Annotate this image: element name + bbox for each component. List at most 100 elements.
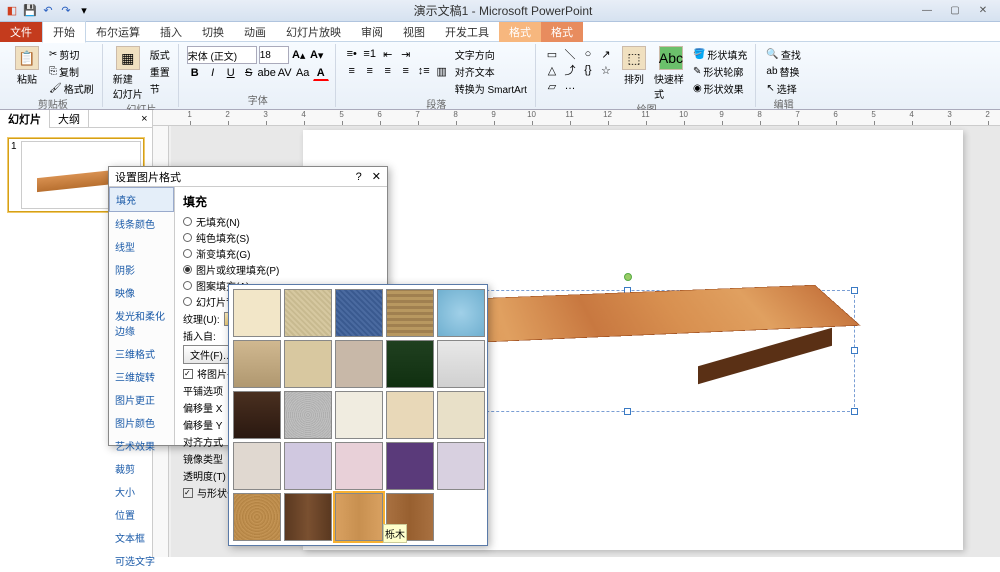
- texture-stationery[interactable]: [233, 442, 281, 490]
- paste-button[interactable]: 📋粘贴: [10, 46, 44, 86]
- tab-slides[interactable]: 幻灯片: [0, 110, 50, 128]
- shape-brace-icon[interactable]: {}: [580, 62, 596, 78]
- dlg-nav-4[interactable]: 映像: [109, 281, 174, 304]
- dlg-nav-14[interactable]: 文本框: [109, 526, 174, 549]
- increase-font-icon[interactable]: A▴: [291, 47, 307, 63]
- texture-parchment[interactable]: [437, 391, 485, 439]
- dlg-nav-8[interactable]: 图片更正: [109, 388, 174, 411]
- texture-newsprint[interactable]: [335, 391, 383, 439]
- underline-icon[interactable]: U: [223, 65, 239, 81]
- dlg-nav-13[interactable]: 位置: [109, 503, 174, 526]
- tab-file[interactable]: 文件: [0, 22, 42, 42]
- cut-button[interactable]: ✂剪切: [47, 46, 96, 62]
- texture-paper-bag[interactable]: [233, 340, 281, 388]
- radio-no-fill[interactable]: 无填充(N): [183, 214, 379, 229]
- dlg-nav-15[interactable]: 可选文字: [109, 549, 174, 572]
- texture-granite[interactable]: [284, 391, 332, 439]
- shadow-icon[interactable]: abe: [259, 65, 275, 81]
- save-icon[interactable]: 💾: [22, 3, 38, 19]
- shape-star-icon[interactable]: ☆: [598, 62, 614, 78]
- texture-recycled-paper[interactable]: [386, 391, 434, 439]
- tab-booleans[interactable]: 布尔运算: [86, 22, 150, 42]
- align-text-button[interactable]: 对齐文本: [453, 63, 529, 79]
- texture-oak[interactable]: [335, 493, 383, 541]
- dlg-nav-3[interactable]: 阴影: [109, 258, 174, 281]
- dlg-nav-12[interactable]: 大小: [109, 480, 174, 503]
- shape-fill-button[interactable]: 🪣形状填充: [691, 46, 749, 62]
- resize-handle-ne[interactable]: [851, 287, 858, 294]
- font-size-select[interactable]: [259, 46, 289, 64]
- section-button[interactable]: 节: [148, 80, 172, 96]
- minimize-button[interactable]: —: [914, 3, 940, 19]
- qat-dropdown-icon[interactable]: ▾: [76, 3, 92, 19]
- bold-icon[interactable]: B: [187, 65, 203, 81]
- align-left-icon[interactable]: ≡: [344, 63, 360, 79]
- resize-handle-e[interactable]: [851, 347, 858, 354]
- align-center-icon[interactable]: ≡: [362, 63, 378, 79]
- texture-pink-tissue[interactable]: [335, 442, 383, 490]
- shape-tri-icon[interactable]: △: [544, 62, 560, 78]
- smartart-button[interactable]: 转换为 SmartArt: [453, 80, 529, 96]
- bullets-icon[interactable]: ≡•: [344, 46, 360, 62]
- dlg-nav-5[interactable]: 发光和柔化边缘: [109, 304, 174, 342]
- reset-button[interactable]: 重置: [148, 63, 172, 79]
- undo-icon[interactable]: ↶: [40, 3, 56, 19]
- dlg-nav-6[interactable]: 三维格式: [109, 342, 174, 365]
- shape-line-icon[interactable]: ＼: [562, 46, 578, 62]
- shape-oval-icon[interactable]: ○: [580, 46, 596, 62]
- dlg-nav-10[interactable]: 艺术效果: [109, 434, 174, 457]
- tab-developer[interactable]: 开发工具: [435, 22, 499, 42]
- copy-button[interactable]: ⎘复制: [47, 63, 96, 79]
- dlg-nav-1[interactable]: 线条颜色: [109, 212, 174, 235]
- tab-slideshow[interactable]: 幻灯片放映: [276, 22, 351, 42]
- redo-icon[interactable]: ↷: [58, 3, 74, 19]
- justify-icon[interactable]: ≡: [398, 63, 414, 79]
- tab-picture-format[interactable]: 格式: [541, 22, 583, 42]
- texture-water-droplets[interactable]: [437, 289, 485, 337]
- texture-denim[interactable]: [335, 289, 383, 337]
- find-button[interactable]: 🔍查找: [764, 46, 802, 62]
- dialog-titlebar[interactable]: 设置图片格式 ? ✕: [109, 167, 387, 187]
- select-button[interactable]: ↖选择: [764, 80, 798, 96]
- shape-effects-button[interactable]: ◉形状效果: [691, 80, 749, 96]
- dlg-nav-7[interactable]: 三维旋转: [109, 365, 174, 388]
- resize-handle-se[interactable]: [851, 408, 858, 415]
- texture-woven-mat[interactable]: [386, 289, 434, 337]
- layout-button[interactable]: 版式: [148, 46, 172, 62]
- tab-drawing-format[interactable]: 格式: [499, 22, 541, 42]
- dialog-help-button[interactable]: ?: [356, 171, 362, 183]
- maximize-button[interactable]: ▢: [942, 3, 968, 19]
- quick-styles-button[interactable]: Abc快速样式: [654, 46, 688, 101]
- dialog-close-button[interactable]: ✕: [372, 170, 381, 183]
- texture-purple-mesh[interactable]: [386, 442, 434, 490]
- texture-papyrus[interactable]: [233, 289, 281, 337]
- tab-insert[interactable]: 插入: [150, 22, 192, 42]
- tab-view[interactable]: 视图: [393, 22, 435, 42]
- texture-green-marble[interactable]: [386, 340, 434, 388]
- outdent-icon[interactable]: ⇤: [380, 46, 396, 62]
- spacing-icon[interactable]: AV: [277, 65, 293, 81]
- font-color-icon[interactable]: A: [313, 65, 329, 81]
- shape-conn-icon[interactable]: ⤴: [562, 62, 578, 78]
- texture-fish-fossil[interactable]: [284, 340, 332, 388]
- texture-white-marble[interactable]: [437, 340, 485, 388]
- radio-gradient-fill[interactable]: 渐变填充(G): [183, 246, 379, 261]
- texture-sand[interactable]: [335, 340, 383, 388]
- font-family-select[interactable]: [187, 46, 257, 64]
- decrease-font-icon[interactable]: A▾: [309, 47, 325, 63]
- close-button[interactable]: ✕: [970, 3, 996, 19]
- tab-transitions[interactable]: 切换: [192, 22, 234, 42]
- tab-outline[interactable]: 大纲: [50, 110, 89, 128]
- shape-rect-icon[interactable]: ▭: [544, 46, 560, 62]
- radio-picture-texture-fill[interactable]: 图片或纹理填充(P): [183, 262, 379, 277]
- texture-cork[interactable]: [233, 493, 281, 541]
- dlg-nav-9[interactable]: 图片颜色: [109, 411, 174, 434]
- text-direction-button[interactable]: 文字方向: [453, 46, 529, 62]
- texture-walnut[interactable]: [284, 493, 332, 541]
- indent-icon[interactable]: ⇥: [398, 46, 414, 62]
- shape-more-icon[interactable]: …: [562, 78, 578, 94]
- align-right-icon[interactable]: ≡: [380, 63, 396, 79]
- texture-canvas[interactable]: [284, 289, 332, 337]
- texture-brown-marble[interactable]: [233, 391, 281, 439]
- numbering-icon[interactable]: ≡1: [362, 46, 378, 62]
